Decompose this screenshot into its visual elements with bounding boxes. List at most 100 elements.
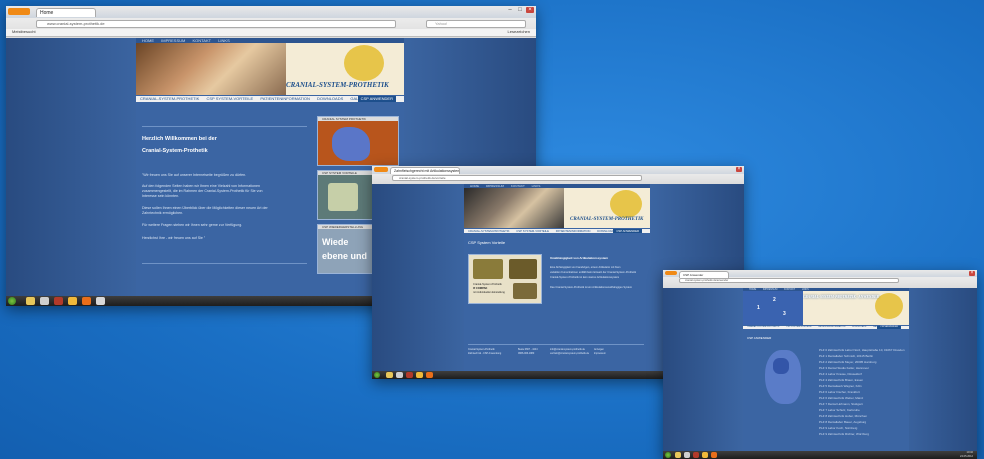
menu-item-anwender[interactable]: CSP ANWENDER	[877, 326, 901, 329]
explorer-icon[interactable]	[26, 297, 35, 305]
map-number-2: 2	[773, 297, 776, 303]
device-icon-2	[509, 259, 537, 279]
list-item[interactable]: PLZ 8 Zahntechnik Huber, München	[819, 414, 867, 418]
menu-item-vorteile[interactable]: CSP SYSTEM-VORTEILE	[786, 326, 812, 328]
media-icon[interactable]	[684, 452, 690, 458]
menu-item-csp[interactable]: CRANIAL-SYSTEM-PROTHETIK	[140, 96, 199, 101]
list-item[interactable]: PLZ 3 Dental Studio Keller, Hannover	[819, 366, 869, 370]
list-item[interactable]: PLZ 4 Zahntechnik Braun, Essen	[819, 378, 863, 382]
paragraph-5: Herzlichst Ihre - wir freuen uns auf Sie…	[142, 236, 206, 240]
app-icon[interactable]	[693, 452, 699, 458]
media-icon[interactable]	[396, 372, 403, 378]
maximize-icon[interactable]: □	[516, 7, 524, 13]
footer-col-4: Anzeigen Impressum	[594, 348, 606, 356]
url-bar[interactable]: www.cranial-system-prothetik.de	[36, 20, 396, 28]
list-item[interactable]: PLZ 9 Labor Koch, Nürnberg	[819, 426, 857, 430]
section-title: CSP ANWENDER	[747, 336, 772, 340]
folder-icon[interactable]	[416, 372, 423, 378]
search-input[interactable]: Yahoo!	[426, 20, 526, 28]
thumb-text-2: ebene und	[322, 251, 368, 261]
menu-item-anwender[interactable]: CSP ANWENDER	[357, 96, 396, 102]
list-item[interactable]: PLZ 0 Zahntechnik Labor Nord, Hauptstraß…	[819, 348, 905, 352]
footer-col-2: Beste 0667 - 4444 0666-006-1880	[518, 348, 538, 356]
paragraph-1: "Wir freuen uns Sie auf unserer Internet…	[142, 173, 247, 177]
footer-link[interactable]: Impressum	[594, 352, 606, 356]
menu-item-patienten[interactable]: PATIENTENINFORMATION	[260, 96, 310, 101]
firefox-menu-button[interactable]	[665, 271, 677, 275]
url-bar[interactable]: cranial-system-prothetik.de/anwender	[679, 278, 899, 283]
media-icon[interactable]	[40, 297, 49, 305]
clock[interactable]: 10:32 24.05.2012	[960, 451, 973, 459]
firefox-menu-button[interactable]	[374, 167, 388, 172]
thumb-map[interactable]: CRANIAL SYSTEM PROTHETIK	[317, 116, 399, 166]
map-number-3: 3	[783, 311, 786, 317]
list-item[interactable]: PLZ 6 Zahntechnik Weber, Mainz	[819, 396, 863, 400]
list-item[interactable]: PLZ 6 Labor Fischer, Frankfurt	[819, 390, 860, 394]
menu-item-anwender[interactable]: CSP ANWENDER	[613, 229, 642, 233]
map-number-1: 1	[757, 305, 760, 311]
url-bar[interactable]: cranial-system-prothetik.de/vorteile	[392, 175, 642, 181]
minimize-icon[interactable]: –	[506, 7, 514, 13]
menu-item-csp[interactable]: CRANIAL-SYSTEM-PROTHETIK	[747, 326, 779, 328]
explorer-icon[interactable]	[675, 452, 681, 458]
menu-item-patienten[interactable]: PATIENTENINFORMATION	[556, 229, 591, 233]
device-icon-3	[513, 283, 537, 299]
tab-vorteile[interactable]: Zahnfleischgerecht mit Artikulationssyst…	[390, 167, 460, 174]
article-line-2: variablen Kurvenbahnen entfällt beim Ein…	[550, 271, 637, 274]
start-button[interactable]	[665, 452, 671, 458]
browser-chrome: Zahnfleischgerecht mit Artikulationssyst…	[372, 166, 744, 185]
main-menu: CRANIAL-SYSTEM-PROTHETIK CSP SYSTEM-VORT…	[136, 96, 404, 102]
footer-link[interactable]: vertrieb@cranial-system-prothetik.de	[550, 352, 589, 356]
device-icon	[328, 183, 358, 211]
list-item[interactable]: PLZ 9 Zahntechnik Richter, Würzburg	[819, 432, 869, 436]
menu-item-downloads[interactable]: DOWNLOADS	[852, 326, 866, 328]
germany-map-icon	[332, 127, 370, 161]
app-icon[interactable]	[54, 297, 63, 305]
menu-item-vorteile[interactable]: CSP SYSTEM-VORTEILE	[206, 96, 253, 101]
list-item[interactable]: PLZ 4 Labor Krause, Düsseldorf	[819, 372, 862, 376]
logo-circle-icon	[610, 190, 642, 218]
paragraph-3: Diese sollen Ihnen einen Überblick über …	[142, 206, 268, 210]
list-item[interactable]: PLZ 7 Dental Hofmann, Stuttgart	[819, 402, 863, 406]
browser-window-anwender[interactable]: CSP Anwender × cranial-system-prothetik.…	[663, 270, 977, 459]
firefox-icon[interactable]	[711, 452, 717, 458]
footer-col-3: info@cranial-system-prothetik.de vertrie…	[550, 348, 589, 356]
start-button[interactable]	[8, 297, 16, 305]
anwender-list: PLZ 0 Zahntechnik Labor Nord, Hauptstraß…	[819, 348, 907, 448]
tab-anwender[interactable]: CSP Anwender	[679, 271, 729, 278]
paragraph-3b: Zahntechnik ermöglichen.	[142, 211, 184, 215]
close-icon[interactable]: ×	[736, 167, 742, 172]
tab-home[interactable]: Home	[36, 8, 96, 17]
close-icon[interactable]: ×	[969, 271, 975, 276]
menu-item-downloads[interactable]: DOWNLOADS	[317, 96, 343, 101]
app-icon[interactable]	[406, 372, 413, 378]
start-button[interactable]	[374, 372, 380, 378]
list-item[interactable]: PLZ 5 Dentalwerk Wagner, Köln	[819, 384, 862, 388]
menu-item-csp[interactable]: CRANIAL-SYSTEM-PROTHETIK	[468, 229, 510, 233]
germany-map-region[interactable]	[773, 358, 789, 374]
folder-icon[interactable]	[68, 297, 77, 305]
bookmark-most-visited[interactable]: Meistbesucht	[12, 29, 36, 34]
taskbar: 10:32 24.05.2012	[663, 451, 977, 459]
list-item[interactable]: PLZ 8 Dentallabor Bauer, Augsburg	[819, 420, 866, 424]
site-logo: CRANIAL-SYSTEM-PROTHETIK	[570, 217, 644, 222]
firefox-menu-button[interactable]	[8, 8, 30, 15]
footer-text: 0666-006-1880	[518, 352, 535, 355]
menu-item-vorteile[interactable]: CSP SYSTEM-VORTEILE	[516, 229, 549, 233]
firefox-icon[interactable]	[426, 372, 433, 378]
content-column: HOME IMPRESSUM KONTAKT LINKS CRANIAL-SYS…	[464, 184, 650, 371]
list-item[interactable]: PLZ 1 Dentallabor Schmidt, 10115 Berlin	[819, 354, 873, 358]
bookmarks-menu[interactable]: Lesezeichen	[508, 29, 530, 34]
main-menu: CRANIAL-SYSTEM-PROTHETIK CSP SYSTEM-VORT…	[464, 229, 650, 233]
firefox-icon[interactable]	[82, 297, 91, 305]
folder-icon[interactable]	[702, 452, 708, 458]
list-item[interactable]: PLZ 2 Zahntechnik Meyer, 20095 Hamburg	[819, 360, 876, 364]
close-icon[interactable]: ×	[526, 7, 534, 13]
site-header: CRANIAL-SYSTEM-PROTHETIK	[136, 43, 404, 95]
list-item[interactable]: PLZ 7 Labor Schulz, Karlsruhe	[819, 408, 860, 412]
menu-item-patienten[interactable]: PATIENTENINFORMATION	[818, 326, 845, 328]
article-line-1: Eine Abhängigkeit von Facebögen, einem A…	[550, 266, 621, 269]
document-icon[interactable]	[96, 297, 105, 305]
welcome-heading-2: Cranial-System-Prothetik	[142, 148, 208, 154]
explorer-icon[interactable]	[386, 372, 393, 378]
